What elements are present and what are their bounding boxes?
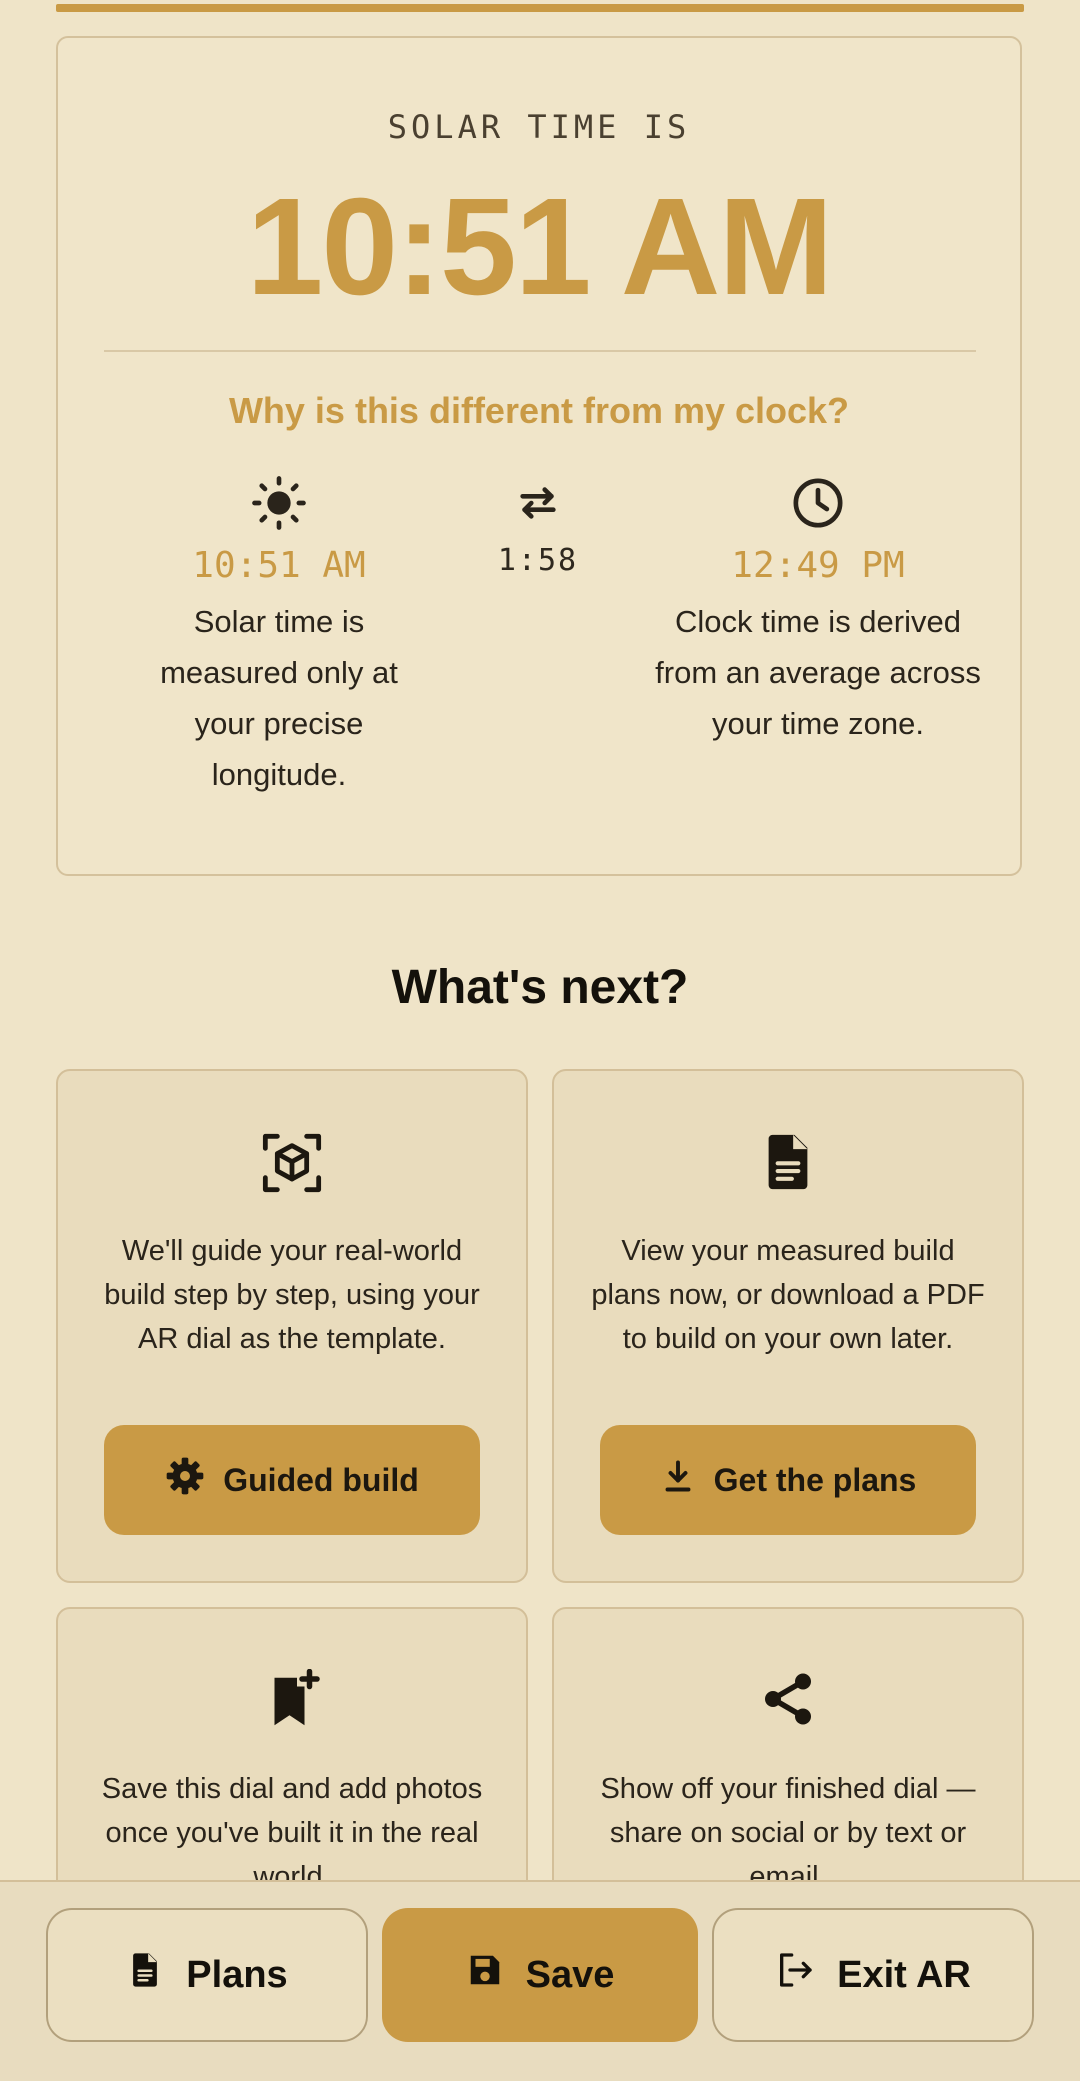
solar-time-description: Solar time is measured only at your prec… — [160, 604, 398, 792]
clock-icon — [648, 473, 988, 533]
solar-time-small: 10:51 AM — [192, 545, 366, 586]
download-icon — [660, 1458, 696, 1502]
clock-time-small: 12:49 PM — [731, 545, 905, 586]
guided-build-text: We'll guide your real-world build step b… — [104, 1235, 480, 1355]
clock-time-description: Clock time is derived from an average ac… — [655, 604, 981, 741]
clock-time-column: 12:49 PM Clock time is derived from an a… — [648, 473, 988, 749]
time-difference: 1:58 — [497, 543, 579, 578]
get-plans-label: Get the plans — [713, 1461, 917, 1498]
solar-time-label: SOLAR TIME IS — [387, 108, 691, 146]
share-icon — [554, 1669, 1022, 1729]
sun-icon — [134, 473, 424, 533]
gear-icon — [165, 1456, 205, 1504]
plans-label: Plans — [186, 1953, 288, 1996]
solar-time-card: SOLAR TIME IS 10:51 AM Why is this diffe… — [56, 36, 1022, 876]
guided-build-label: Guided build — [223, 1461, 419, 1498]
plans-button[interactable]: Plans — [46, 1908, 368, 2042]
ar-cube-icon — [58, 1131, 526, 1195]
save-button[interactable]: Save — [382, 1908, 698, 2042]
exit-icon — [775, 1950, 815, 2000]
document-icon — [126, 1951, 164, 1999]
get-plans-card: View your measured build plans now, or d… — [552, 1069, 1024, 1583]
whats-next-heading: What's next? — [391, 961, 689, 1014]
document-icon — [554, 1131, 1022, 1193]
swap-arrows-icon — [438, 473, 638, 533]
save-label: Save — [525, 1953, 615, 1996]
floppy-disk-icon — [466, 1951, 504, 1999]
exit-ar-button[interactable]: Exit AR — [712, 1908, 1034, 2042]
why-different-heading: Why is this different from my clock? — [228, 390, 850, 431]
get-plans-text: View your measured build plans now, or d… — [591, 1235, 985, 1355]
solar-time-column: 10:51 AM Solar time is measured only at … — [134, 473, 424, 800]
get-plans-button[interactable]: Get the plans — [600, 1425, 976, 1535]
exit-ar-label: Exit AR — [837, 1953, 971, 1996]
time-difference-column: 1:58 — [438, 473, 638, 578]
bookmark-add-icon — [58, 1669, 526, 1729]
guided-build-button[interactable]: Guided build — [104, 1425, 480, 1535]
guided-build-card: We'll guide your real-world build step b… — [56, 1069, 528, 1583]
bottom-action-bar: Plans Save Exit AR — [0, 1880, 1080, 2081]
divider — [104, 350, 976, 352]
top-accent-bar — [56, 4, 1024, 12]
solar-time-value: 10:51 AM — [246, 170, 834, 324]
